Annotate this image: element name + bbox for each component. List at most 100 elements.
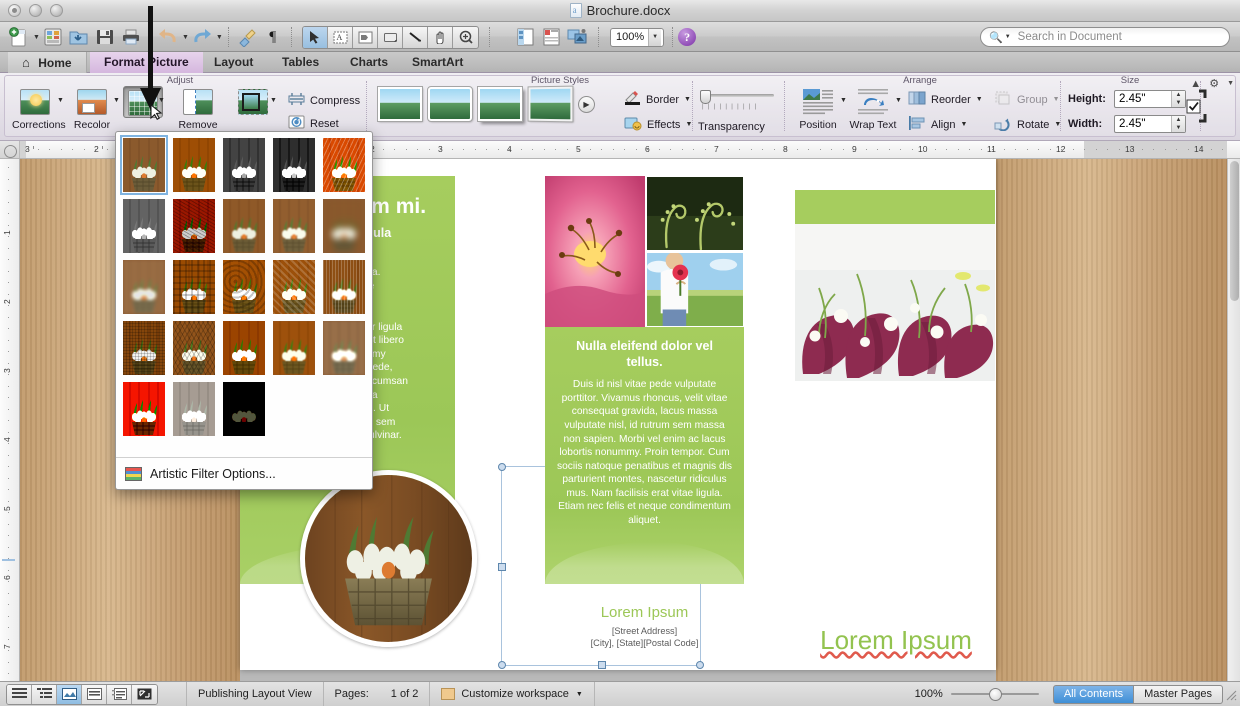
wrap-text-button[interactable]: Wrap Text — [848, 89, 898, 131]
linked-text-box-tool[interactable] — [353, 26, 378, 48]
align-caret[interactable]: ▼ — [960, 121, 967, 128]
undo-caret[interactable]: ▼ — [182, 34, 189, 41]
open-document-button[interactable] — [66, 25, 92, 50]
view-draft-button[interactable] — [7, 684, 32, 704]
filter-marker[interactable] — [173, 138, 215, 192]
view-full-screen-button[interactable] — [132, 684, 157, 704]
tab-layout[interactable]: Layout — [200, 52, 267, 73]
height-stepper[interactable]: ▲▼ — [1114, 90, 1186, 108]
image-basket-of-flowers[interactable] — [300, 470, 477, 647]
vertical-scrollbar-thumb[interactable] — [1230, 161, 1239, 301]
search-input[interactable]: 🔍 ▼ Search in Document — [980, 27, 1230, 47]
view-outline-button[interactable] — [32, 684, 57, 704]
text-box-tool[interactable]: A — [328, 26, 353, 48]
filter-texturizer[interactable] — [173, 321, 215, 375]
picture-style-1[interactable] — [377, 86, 423, 122]
filter-line-drawing[interactable] — [323, 138, 365, 192]
transparency-slider[interactable]: |||||||||| — [700, 90, 774, 110]
filter-paint-strokes[interactable] — [173, 199, 215, 253]
status-tab-all-contents[interactable]: All Contents — [1052, 684, 1135, 704]
filter-cutout[interactable] — [123, 382, 165, 436]
filter-light-screen[interactable] — [123, 260, 165, 314]
filter-paint-brush[interactable] — [223, 199, 265, 253]
vertical-scrollbar[interactable] — [1227, 159, 1240, 681]
content-tabs[interactable]: All Contents Master Pages — [1052, 684, 1223, 704]
height-input[interactable] — [1115, 91, 1171, 107]
center-text-block[interactable]: Lorem Ipsum [Street Address] [City], [St… — [545, 604, 744, 650]
sidebar-toggle-button[interactable] — [512, 25, 538, 50]
picture-styles-gallery[interactable]: ▶ — [377, 85, 595, 123]
effects-button[interactable]: Effects ▼ — [624, 115, 692, 134]
drawing-tools-segment[interactable]: A — [302, 25, 479, 49]
resize-grip-icon[interactable] — [1223, 687, 1237, 701]
compress-button[interactable]: Compress — [288, 91, 360, 110]
recolor-button[interactable]: Recolor — [70, 89, 114, 131]
tab-smartart[interactable]: SmartArt — [398, 52, 477, 73]
image-pink-flower[interactable] — [545, 176, 645, 327]
new-document-caret[interactable]: ▼ — [33, 34, 40, 41]
shape-tool[interactable] — [378, 26, 403, 48]
effects-caret[interactable]: ▼ — [685, 121, 692, 128]
zoom-slider-knob[interactable] — [988, 688, 1002, 701]
filter-crisscross-etching[interactable] — [223, 321, 265, 375]
search-scope-caret[interactable]: ▼ — [1005, 34, 1011, 40]
ribbon-gear-caret[interactable]: ▼ — [1227, 80, 1234, 87]
filter-film-grain[interactable] — [223, 260, 265, 314]
save-document-button[interactable] — [92, 25, 118, 50]
filter-chalk-sketch[interactable] — [123, 199, 165, 253]
media-browser-toggle-button[interactable] — [564, 25, 590, 50]
customize-workspace-button[interactable]: Customize workspace ▼ — [430, 681, 595, 706]
filter-none[interactable] — [120, 135, 168, 195]
resize-handle-se[interactable] — [696, 661, 704, 669]
position-button[interactable]: Position — [795, 89, 841, 131]
status-tab-master-pages[interactable]: Master Pages — [1134, 684, 1223, 704]
help-button[interactable]: ? — [678, 28, 697, 46]
position-caret[interactable]: ▼ — [840, 93, 847, 105]
resize-handle-s[interactable] — [598, 661, 606, 669]
artistic-filters-grid[interactable] — [116, 132, 372, 443]
hand-tool[interactable] — [428, 26, 453, 48]
image-calla-bouquet[interactable] — [795, 224, 995, 381]
transparency-knob[interactable] — [700, 90, 711, 104]
picture-style-4[interactable] — [527, 85, 574, 123]
rotate-caret[interactable]: ▼ — [1054, 121, 1061, 128]
width-stepper[interactable]: ▲▼ — [1114, 115, 1186, 133]
resize-handle-w[interactable] — [498, 563, 506, 571]
align-button[interactable]: Align ▼ — [908, 115, 967, 134]
corrections-caret[interactable]: ▼ — [57, 93, 64, 105]
filter-pencil-grayscale[interactable] — [223, 138, 265, 192]
filter-plastic-wrap[interactable] — [323, 321, 365, 375]
lock-aspect-ratio-checkbox[interactable] — [1182, 89, 1208, 123]
filter-glass[interactable] — [323, 260, 365, 314]
filter-watercolor-sponge[interactable] — [173, 260, 215, 314]
resize-handle-nw[interactable] — [498, 463, 506, 471]
picture-styles-more-button[interactable]: ▶ — [578, 95, 595, 113]
reorder-caret[interactable]: ▼ — [976, 96, 983, 103]
zoom-level-combobox[interactable]: 100% ▼ — [610, 27, 665, 47]
wrap-text-caret[interactable]: ▼ — [895, 93, 902, 105]
artistic-filter-options-item[interactable]: Artistic Filter Options... — [116, 458, 372, 489]
image-fern-shoots[interactable] — [646, 176, 744, 251]
filter-pastels-smooth[interactable] — [273, 321, 315, 375]
view-notebook-layout-button[interactable] — [107, 684, 132, 704]
width-input[interactable] — [1115, 116, 1171, 132]
middle-green-block[interactable]: Nulla eleifend dolor vel tellus. Duis id… — [545, 327, 744, 584]
reorder-button[interactable]: Reorder ▼ — [908, 90, 983, 109]
corrections-button[interactable]: Corrections — [12, 89, 66, 131]
picture-style-3[interactable] — [477, 86, 523, 122]
vertical-ruler[interactable]: 1 2 3 4 5 6 7 — [0, 159, 20, 681]
view-publishing-layout-button[interactable] — [57, 684, 82, 704]
border-button[interactable]: Border ▼ — [624, 90, 691, 109]
zoom-tool[interactable] — [453, 27, 478, 48]
middle-panel[interactable]: Nulla eleifend dolor vel tellus. Duis id… — [545, 176, 744, 584]
crop-caret[interactable]: ▼ — [270, 93, 277, 105]
redo-caret[interactable]: ▼ — [216, 34, 223, 41]
tab-home[interactable]: Home — [8, 52, 87, 73]
crop-button[interactable]: Crop — [232, 89, 274, 131]
zoom-level-caret[interactable]: ▼ — [648, 28, 662, 46]
filter-blur[interactable] — [323, 199, 365, 253]
image-child-holding-flower[interactable] — [646, 252, 744, 327]
tab-charts[interactable]: Charts — [336, 52, 402, 73]
view-print-layout-button[interactable] — [82, 684, 107, 704]
tab-tables[interactable]: Tables — [268, 52, 333, 73]
